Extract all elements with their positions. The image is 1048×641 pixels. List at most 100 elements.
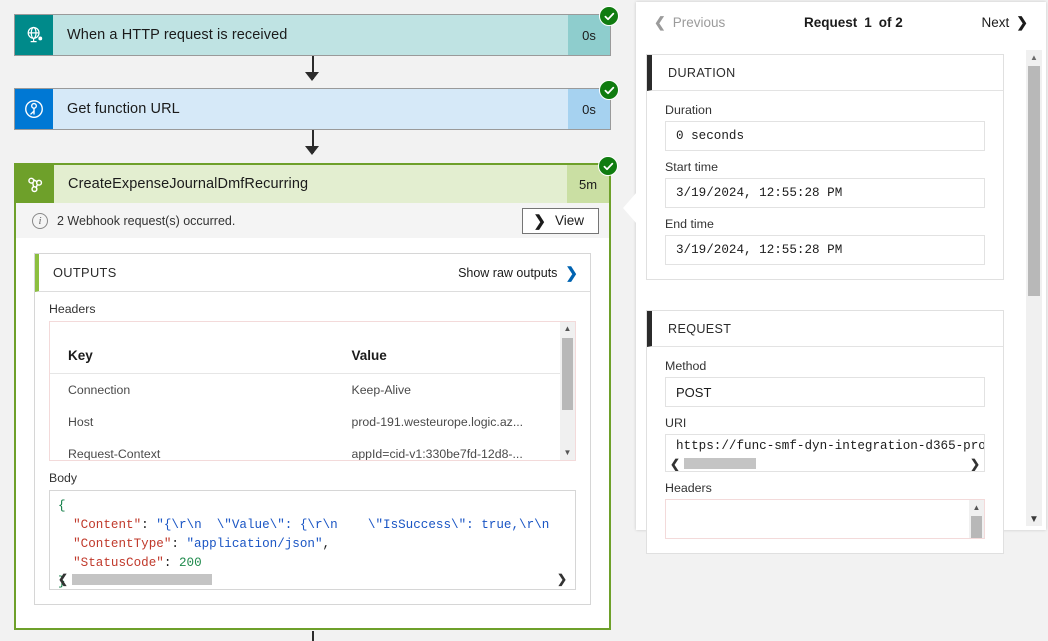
connector-arrow-2 [305,146,319,155]
scroll-up-icon[interactable]: ▲ [564,322,572,336]
request-section: REQUEST Method POST URI https://func-smf… [646,310,1004,554]
headers-table-container: Key Value Connection Keep-Alive Host pro… [49,321,576,461]
view-button[interactable]: ❯ View [522,207,599,234]
uri-horizontal-scrollbar[interactable]: ❮ ❯ [670,457,980,470]
outputs-body: Headers Key Value Connection Keep-Alive … [35,292,590,604]
cell-value: Keep-Alive [351,383,411,397]
scroll-down-icon[interactable]: ▼ [1026,512,1042,526]
cell-key: Connection [68,383,131,397]
body-code-container: { "Content": "{\r\n \"Value\": {\r\n \"I… [49,490,576,590]
scroll-right-icon[interactable]: ❯ [970,458,980,470]
azure-function-icon [15,89,53,129]
pager-label: Request [803,14,858,30]
cell-value: appId=cid-v1:330be7fd-12d8-... [351,447,523,461]
outputs-panel: OUTPUTS Show raw outputs ❯ Headers Key V… [34,253,591,605]
previous-button[interactable]: ❮ Previous [654,14,725,31]
action-card-create-expense-journal[interactable]: CreateExpenseJournalDmfRecurring 5m i 2 … [14,156,618,630]
chevron-right-icon: ❯ [533,212,546,230]
panel-scrollbar[interactable]: ▲ ▼ [1026,50,1042,526]
scrollbar-thumb[interactable] [1028,66,1040,296]
next-label: Next [981,14,1010,30]
headers-label: Headers [49,302,96,316]
method-label: Method [665,359,707,373]
scrollbar-thumb[interactable] [72,573,213,585]
pager-index: 1 [864,14,872,30]
table-row: Connection Keep-Alive [50,374,575,407]
outputs-region: OUTPUTS Show raw outputs ❯ Headers Key V… [16,239,609,605]
chevron-left-icon: ❮ [654,13,666,30]
connector-line-3 [312,631,314,641]
scroll-up-icon[interactable]: ▲ [969,500,984,512]
method-value: POST [665,377,985,407]
request-section-header: REQUEST [647,311,1003,347]
success-status-icon [598,156,618,176]
success-status-icon [599,6,619,26]
outputs-title: OUTPUTS [53,265,117,280]
view-button-label: View [554,213,584,228]
body-label: Body [49,471,78,485]
column-header-value: Value [333,322,575,374]
column-header-key: Key [50,322,334,374]
start-time-value: 3/19/2024, 12:55:28 PM [665,178,985,208]
scrollbar-thumb[interactable] [684,458,757,469]
headers-table: Key Value Connection Keep-Alive Host pro… [50,322,575,461]
duration-value: 0 seconds [665,121,985,151]
chevron-right-icon: ❯ [565,264,578,282]
duration-section: DURATION Duration 0 seconds Start time 3… [646,54,1004,280]
request-section-body: Method POST URI https://func-smf-dyn-int… [647,347,1003,553]
pager-status: Request 1 of 2 [725,15,981,30]
logic-app-run-view: When a HTTP request is received 0s Get f… [0,0,1048,641]
cell-key: Request-Context [68,447,161,461]
show-raw-outputs-label: Show raw outputs [458,265,558,280]
action-card-header[interactable]: CreateExpenseJournalDmfRecurring 5m [16,156,618,203]
table-row: Host prod-191.westeurope.logic.az... [50,406,575,438]
connector-arrow-1 [305,72,319,81]
request-section-title: REQUEST [668,321,732,336]
webhook-icon [16,165,54,203]
scrollbar-thumb[interactable] [562,338,573,410]
end-time-label: End time [665,217,714,231]
next-button[interactable]: Next ❯ [982,14,1029,31]
request-pager: ❮ Previous Request 1 of 2 Next ❯ [636,2,1046,42]
previous-label: Previous [672,14,726,30]
scroll-left-icon[interactable]: ❮ [58,573,68,585]
uri-value: https://func-smf-dyn-integration-d365-pr… [676,439,985,453]
pager-total: of 2 [878,14,903,30]
request-headers-scrollbar[interactable]: ▲ [969,500,984,538]
panel-pointer [623,192,637,224]
outputs-header: OUTPUTS Show raw outputs ❯ [35,254,590,292]
body-horizontal-scrollbar[interactable]: ❮ ❯ [58,572,567,586]
end-time-value: 3/19/2024, 12:55:28 PM [665,235,985,265]
duration-label: Duration [665,103,712,117]
action-card-get-function-url[interactable]: Get function URL 0s [14,80,619,130]
scroll-left-icon[interactable]: ❮ [670,458,680,470]
action-card-header[interactable]: When a HTTP request is received 0s [15,6,619,55]
request-details-panel: ❮ Previous Request 1 of 2 Next ❯ DURATIO… [623,2,1046,554]
scroll-right-icon[interactable]: ❯ [557,573,567,585]
request-headers-table: ▲ [665,499,985,539]
show-raw-outputs-link[interactable]: Show raw outputs ❯ [458,264,578,282]
scrollbar-thumb[interactable] [971,516,982,538]
designer-canvas: When a HTTP request is received 0s Get f… [0,0,636,641]
action-card-header[interactable]: Get function URL 0s [15,80,619,129]
table-header-row: Key Value [50,322,575,374]
scrollbar-track[interactable] [72,573,553,585]
duration-section-title: DURATION [668,65,736,80]
scroll-up-icon[interactable]: ▲ [1026,50,1042,64]
duration-section-body: Duration 0 seconds Start time 3/19/2024,… [647,91,1003,279]
webhook-notice-text: 2 Webhook request(s) occurred. [57,213,236,228]
action-card-title: When a HTTP request is received [67,27,288,43]
scrollbar-track[interactable] [684,458,966,469]
uri-field[interactable]: https://func-smf-dyn-integration-d365-pr… [665,434,985,472]
http-request-icon [15,15,53,55]
action-card-http-trigger[interactable]: When a HTTP request is received 0s [14,6,619,56]
duration-section-header: DURATION [647,55,1003,91]
webhook-notice-bar: i 2 Webhook request(s) occurred. ❯ View [16,203,609,239]
headers-table-scrollbar[interactable]: ▲ ▼ [560,322,575,460]
request-header-key-partial [684,530,687,538]
info-icon: i [32,212,48,229]
request-header-value-partial [898,530,901,538]
chevron-right-icon: ❯ [1016,13,1028,30]
start-time-label: Start time [665,160,719,174]
scroll-down-icon[interactable]: ▼ [564,446,572,460]
